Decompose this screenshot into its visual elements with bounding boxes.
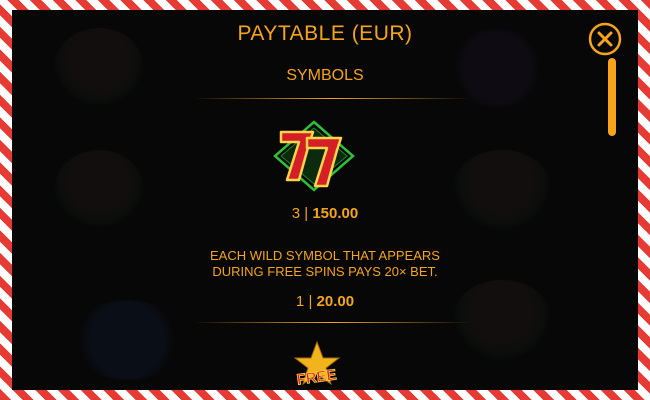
paytable-panel: PAYTABLE (EUR) SYMBOLS 3 | 150.00 EACH W… [12,10,638,390]
free-spins-label: FREE [296,366,338,388]
wild-payout: 1 | 20.00 [12,293,638,310]
divider [192,322,472,323]
payout-amount: 150.00 [312,205,359,222]
watermelon-bg-icon [452,280,552,360]
page-title: PAYTABLE (EUR) [237,22,413,45]
separator: | [304,205,309,222]
symbol-payout: 3 | 150.00 [12,205,638,222]
wild-description-line: EACH WILD SYMBOL THAT APPEARS [210,248,440,263]
wild-payout-amount: 20.00 [316,293,355,310]
wild-count: 1 [295,293,305,310]
close-icon[interactable] [588,22,622,56]
wild-description-line: DURING FREE SPINS PAYS 20× BET. [212,264,438,279]
separator: | [308,293,313,310]
divider [192,98,472,99]
symbol-count: 3 [291,205,301,222]
wild-description: EACH WILD SYMBOL THAT APPEARS DURING FRE… [12,248,638,280]
seven-icon [273,120,355,192]
plum-bg-icon [72,300,182,380]
free-spins-icon: FREE [293,340,341,389]
section-title: SYMBOLS [286,67,364,84]
